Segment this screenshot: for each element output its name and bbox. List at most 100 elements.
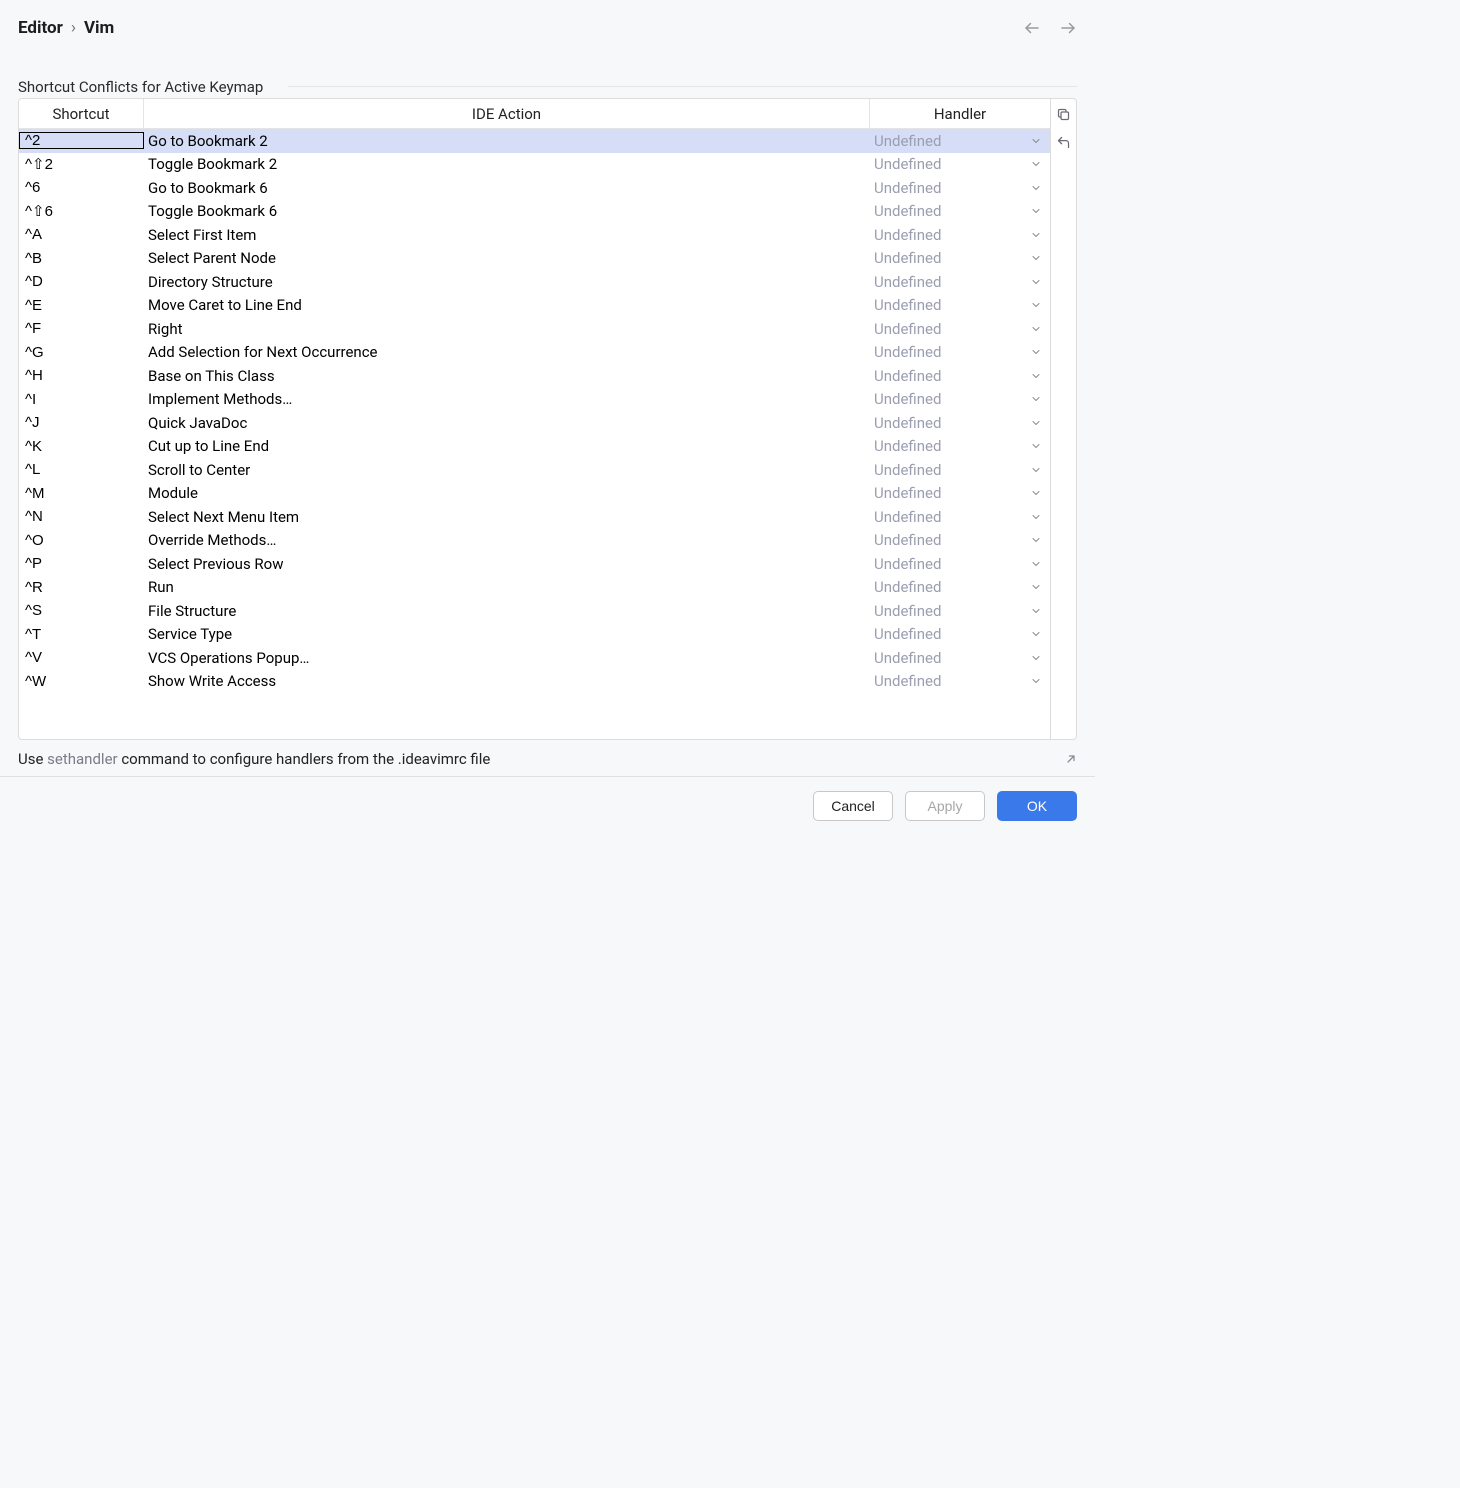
cell-handler[interactable]: Undefined [870,531,1050,549]
breadcrumb-parent[interactable]: Editor [18,18,63,38]
table-row[interactable]: ^6Go to Bookmark 6Undefined [19,176,1050,200]
cell-shortcut: ^T [19,626,144,643]
cell-ide-action: Toggle Bookmark 6 [144,202,870,220]
cell-handler[interactable]: Undefined [870,484,1050,502]
table-row[interactable]: ^LScroll to CenterUndefined [19,458,1050,482]
table-row[interactable]: ^BSelect Parent NodeUndefined [19,247,1050,271]
handler-value: Undefined [874,296,941,314]
chevron-down-icon [1030,229,1042,241]
cell-shortcut: ^⇧2 [19,155,144,173]
table-row[interactable]: ^DDirectory StructureUndefined [19,270,1050,294]
table-row[interactable]: ^VVCS Operations Popup…Undefined [19,646,1050,670]
cell-handler[interactable]: Undefined [870,155,1050,173]
cell-handler[interactable]: Undefined [870,367,1050,385]
table-row[interactable]: ^⇧2Toggle Bookmark 2Undefined [19,153,1050,177]
cell-ide-action: Select Next Menu Item [144,508,870,526]
table-row[interactable]: ^EMove Caret to Line EndUndefined [19,294,1050,318]
cell-handler[interactable]: Undefined [870,202,1050,220]
cell-handler[interactable]: Undefined [870,320,1050,338]
cancel-button[interactable]: Cancel [813,791,893,821]
column-header-shortcut[interactable]: Shortcut [19,99,144,128]
cell-handler[interactable]: Undefined [870,249,1050,267]
cell-ide-action: Module [144,484,870,502]
table-row[interactable]: ^ASelect First ItemUndefined [19,223,1050,247]
cell-shortcut: ^6 [19,179,144,196]
cell-ide-action: Move Caret to Line End [144,296,870,314]
chevron-down-icon [1030,299,1042,311]
chevron-down-icon [1030,558,1042,570]
handler-value: Undefined [874,343,941,361]
cell-ide-action: Add Selection for Next Occurrence [144,343,870,361]
cell-ide-action: Override Methods… [144,531,870,549]
apply-button[interactable]: Apply [905,791,985,821]
cell-handler[interactable]: Undefined [870,390,1050,408]
cell-handler[interactable]: Undefined [870,602,1050,620]
table-row[interactable]: ^SFile StructureUndefined [19,599,1050,623]
table-row[interactable]: ^MModuleUndefined [19,482,1050,506]
cell-handler[interactable]: Undefined [870,625,1050,643]
cell-ide-action: Directory Structure [144,273,870,291]
table-row[interactable]: ^KCut up to Line EndUndefined [19,435,1050,459]
cell-shortcut: ^O [19,532,144,549]
table-row[interactable]: ^HBase on This ClassUndefined [19,364,1050,388]
cell-handler[interactable]: Undefined [870,578,1050,596]
table-row[interactable]: ^WShow Write AccessUndefined [19,670,1050,694]
cell-shortcut: ^F [19,320,144,337]
table-row[interactable]: ^FRightUndefined [19,317,1050,341]
nav-back-icon[interactable] [1023,19,1041,37]
cell-handler[interactable]: Undefined [870,343,1050,361]
table-row[interactable]: ^PSelect Previous RowUndefined [19,552,1050,576]
breadcrumb-separator: › [71,18,76,38]
cell-shortcut: ^N [19,508,144,525]
table-row[interactable]: ^IImplement Methods…Undefined [19,388,1050,412]
handler-value: Undefined [874,390,941,408]
cell-handler[interactable]: Undefined [870,672,1050,690]
handler-value: Undefined [874,249,941,267]
cell-handler[interactable]: Undefined [870,226,1050,244]
table-row[interactable]: ^OOverride Methods…Undefined [19,529,1050,553]
handler-value: Undefined [874,437,941,455]
table-row[interactable]: ^RRunUndefined [19,576,1050,600]
cell-ide-action: Run [144,578,870,596]
cell-handler[interactable]: Undefined [870,508,1050,526]
revert-icon[interactable] [1055,131,1073,153]
chevron-down-icon [1030,675,1042,687]
table-row[interactable]: ^2Go to Bookmark 2Undefined [19,129,1050,153]
table-row[interactable]: ^TService TypeUndefined [19,623,1050,647]
cell-ide-action: Implement Methods… [144,390,870,408]
table-row[interactable]: ^⇧6Toggle Bookmark 6Undefined [19,200,1050,224]
column-header-ide-action[interactable]: IDE Action [144,99,870,128]
dialog-footer: Cancel Apply OK [0,776,1095,839]
cell-ide-action: Base on This Class [144,367,870,385]
handler-value: Undefined [874,179,941,197]
cell-handler[interactable]: Undefined [870,273,1050,291]
cell-shortcut: ^B [19,250,144,267]
copy-icon[interactable] [1055,103,1073,125]
chevron-down-icon [1030,628,1042,640]
cell-handler[interactable]: Undefined [870,461,1050,479]
hint-suffix: command to configure handlers from the .… [118,750,491,768]
cell-ide-action: Scroll to Center [144,461,870,479]
cell-handler[interactable]: Undefined [870,555,1050,573]
column-header-handler[interactable]: Handler [870,99,1050,128]
table-row[interactable]: ^NSelect Next Menu ItemUndefined [19,505,1050,529]
cell-handler[interactable]: Undefined [870,296,1050,314]
cell-handler[interactable]: Undefined [870,414,1050,432]
chevron-down-icon [1030,346,1042,358]
external-link-icon[interactable] [1065,753,1077,765]
cell-handler[interactable]: Undefined [870,132,1050,150]
handler-value: Undefined [874,508,941,526]
cell-handler[interactable]: Undefined [870,179,1050,197]
table-row[interactable]: ^GAdd Selection for Next OccurrenceUndef… [19,341,1050,365]
chevron-down-icon [1030,417,1042,429]
cell-handler[interactable]: Undefined [870,649,1050,667]
handler-value: Undefined [874,531,941,549]
cell-handler[interactable]: Undefined [870,437,1050,455]
nav-forward-icon[interactable] [1059,19,1077,37]
cell-shortcut: ^V [19,649,144,666]
table-row[interactable]: ^JQuick JavaDocUndefined [19,411,1050,435]
cell-ide-action: Select Parent Node [144,249,870,267]
cell-ide-action: Cut up to Line End [144,437,870,455]
cell-shortcut: ^S [19,602,144,619]
ok-button[interactable]: OK [997,791,1077,821]
